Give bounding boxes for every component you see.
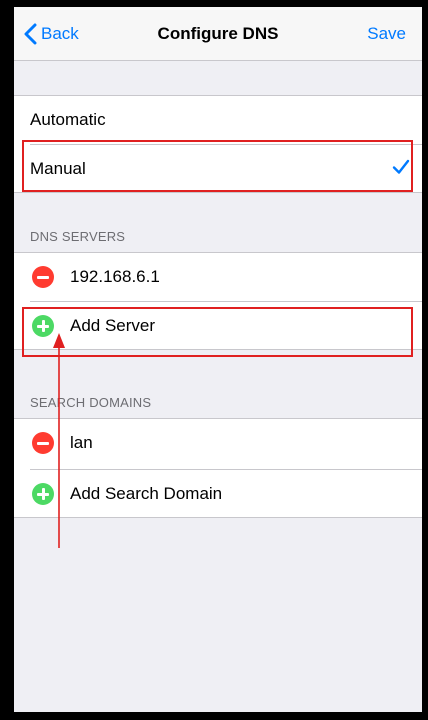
option-manual-label: Manual: [30, 159, 86, 178]
search-domain-name: lan: [70, 433, 93, 452]
search-domain-row[interactable]: lan: [14, 419, 422, 467]
option-manual[interactable]: Manual: [14, 145, 422, 193]
search-domains-group: lan Add Search Domain: [14, 418, 422, 518]
minus-circle-icon[interactable]: [32, 266, 54, 288]
plus-circle-icon[interactable]: [32, 483, 54, 505]
navigation-bar: Back Configure DNS Save: [14, 7, 422, 61]
plus-circle-icon[interactable]: [32, 315, 54, 337]
screen: Back Configure DNS Save Automatic Manual…: [14, 7, 422, 712]
add-server-label: Add Server: [70, 316, 156, 335]
checkmark-icon: [392, 159, 410, 174]
dns-mode-group: Automatic Manual: [14, 95, 422, 193]
add-server-button[interactable]: Add Server: [14, 302, 422, 350]
save-button[interactable]: Save: [367, 24, 406, 44]
option-automatic-label: Automatic: [30, 110, 106, 129]
device-frame: Back Configure DNS Save Automatic Manual…: [0, 0, 428, 720]
dns-servers-header: DNS SERVERS: [30, 229, 126, 244]
dns-servers-group: 192.168.6.1 Add Server: [14, 252, 422, 350]
dns-server-address: 192.168.6.1: [70, 267, 160, 286]
minus-circle-icon[interactable]: [32, 432, 54, 454]
add-search-domain-button[interactable]: Add Search Domain: [14, 470, 422, 518]
search-domains-header: SEARCH DOMAINS: [30, 395, 152, 410]
option-automatic[interactable]: Automatic: [14, 96, 422, 144]
page-title: Configure DNS: [157, 24, 279, 43]
add-search-domain-label: Add Search Domain: [70, 484, 223, 503]
dns-server-row[interactable]: 192.168.6.1: [14, 253, 422, 301]
